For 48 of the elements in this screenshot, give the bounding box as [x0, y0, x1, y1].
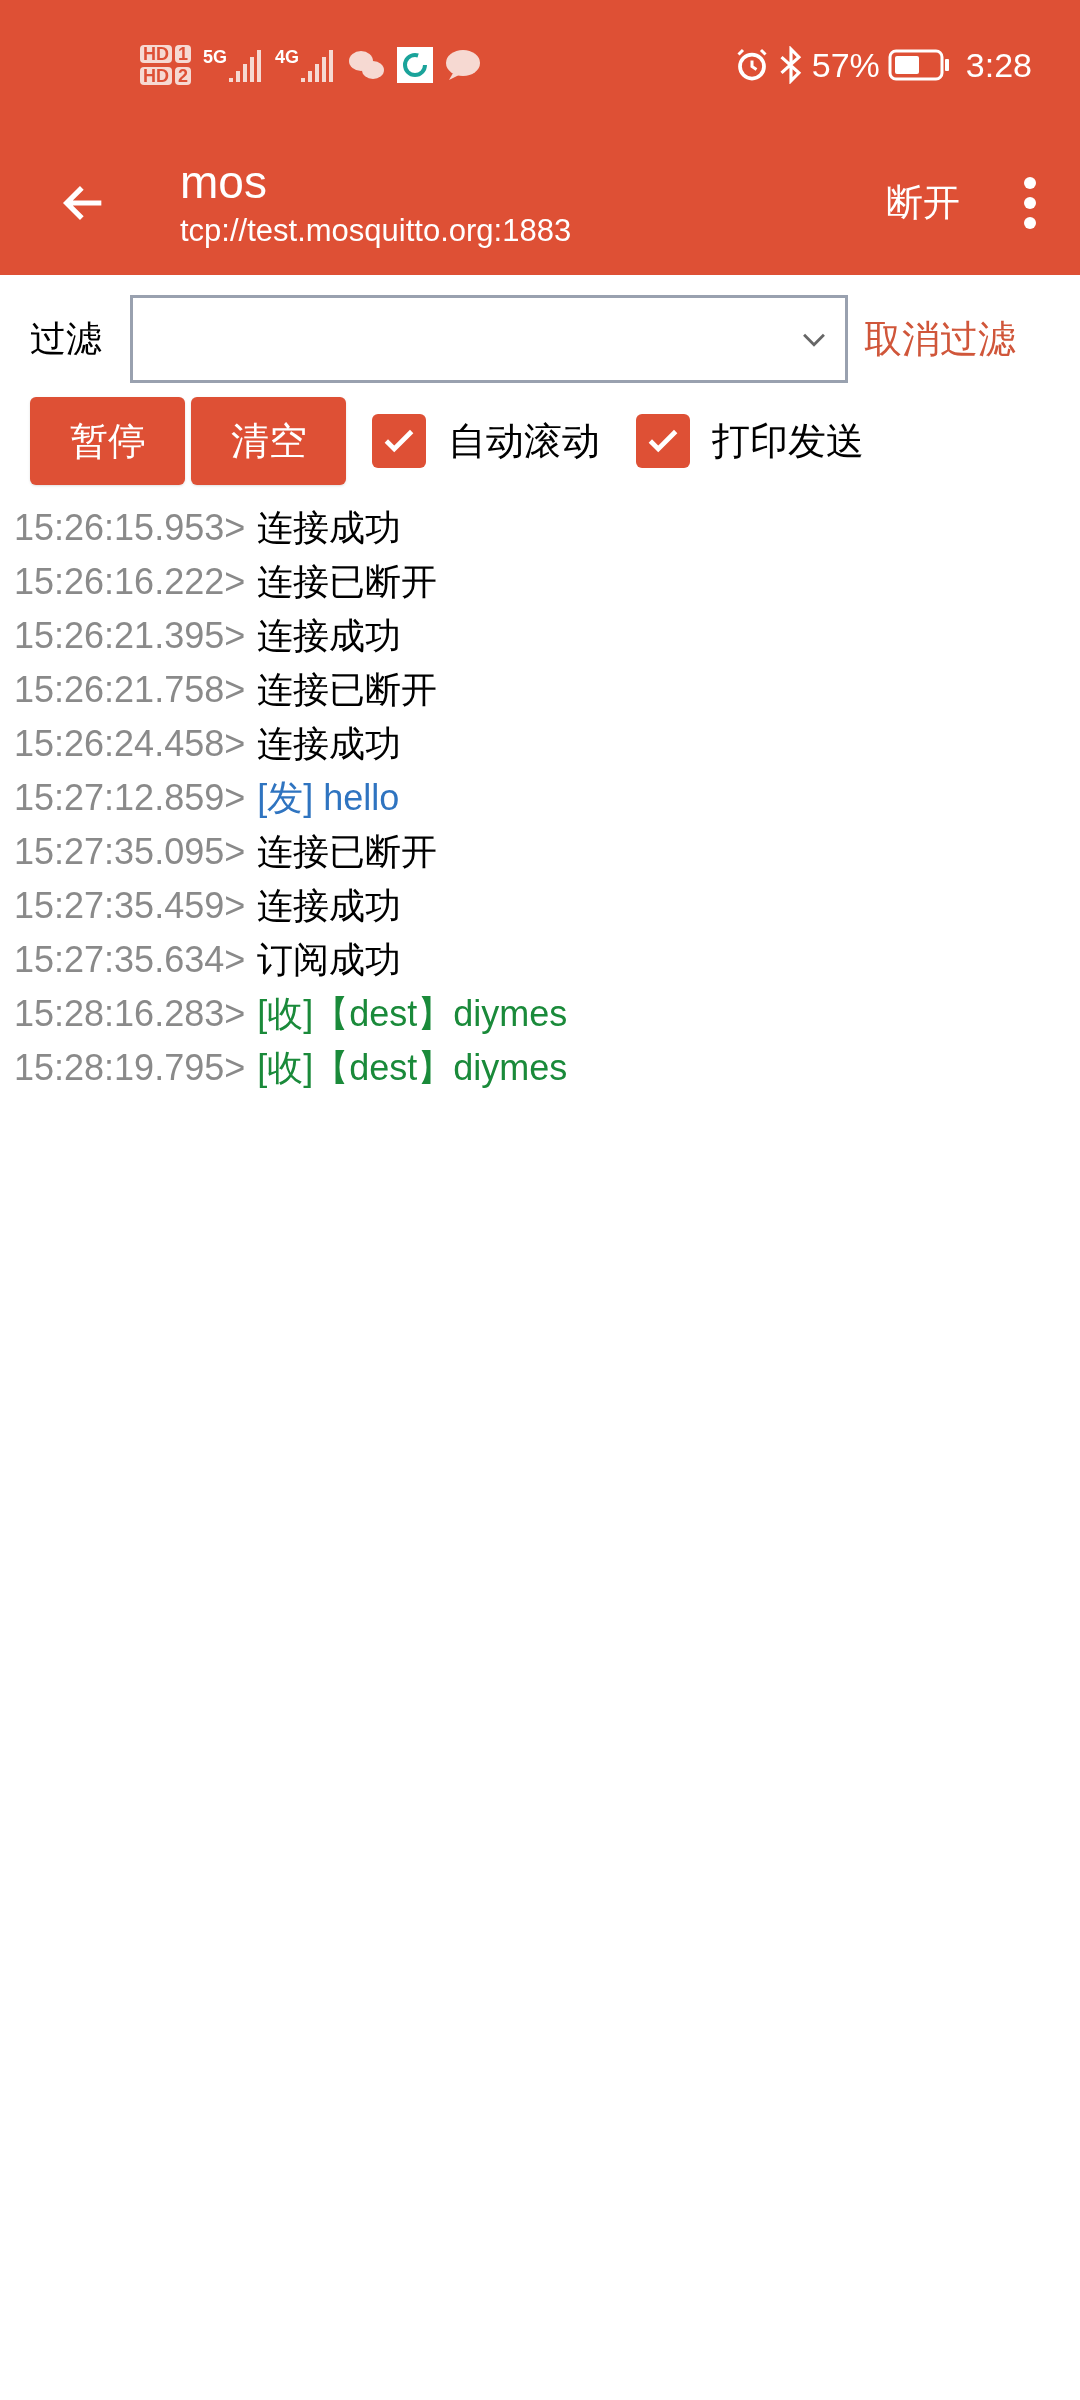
- sim-badge: 2: [175, 67, 191, 85]
- checkbox[interactable]: [636, 414, 690, 468]
- message-icon: [445, 49, 482, 81]
- checkbox-label: 打印发送: [712, 418, 864, 464]
- app-icon: [397, 47, 434, 83]
- log-message: 连接成功: [257, 614, 402, 658]
- log-message: [收]【dest】diymes: [257, 1046, 568, 1090]
- action-button[interactable]: 暂停: [30, 397, 185, 485]
- log-timestamp: 15:28:16.283>: [14, 992, 246, 1036]
- signal-icon: [229, 48, 264, 82]
- log-timestamp: 15:26:16.222>: [14, 560, 246, 604]
- log-timestamp: 15:27:35.634>: [14, 938, 246, 982]
- log-message: 连接已断开: [257, 830, 438, 874]
- sim-badge: 1: [175, 45, 191, 63]
- log-timestamp: 15:26:24.458>: [14, 722, 246, 766]
- log-message: 连接成功: [257, 506, 402, 550]
- log-timestamp: 15:26:21.758>: [14, 668, 246, 712]
- clock: 3:28: [965, 44, 1032, 86]
- signal-icon: [301, 48, 336, 82]
- filter-label: 过滤: [30, 317, 102, 361]
- log-timestamp: 15:27:35.095>: [14, 830, 246, 874]
- network-label: 5G: [203, 48, 228, 66]
- connection-address: tcp://test.mosquitto.org:1883: [180, 211, 573, 250]
- action-button[interactable]: 清空: [191, 397, 346, 485]
- log-message: 连接已断开: [257, 560, 438, 604]
- filter-dropdown[interactable]: [130, 295, 848, 383]
- checkbox-label: 自动滚动: [448, 418, 600, 464]
- connection-name: mos: [180, 155, 268, 211]
- battery-icon: [887, 49, 950, 81]
- log-message: 连接成功: [257, 722, 402, 766]
- disconnect-button[interactable]: 断开: [886, 174, 960, 231]
- log-timestamp: 15:26:15.953>: [14, 506, 246, 550]
- hd-badge: HD: [140, 45, 172, 63]
- log-message: 连接已断开: [257, 668, 438, 712]
- log-timestamp: 15:27:35.459>: [14, 884, 246, 928]
- battery-percent: 57%: [811, 44, 880, 86]
- log-message: 连接成功: [257, 884, 402, 928]
- log-message: [收]【dest】diymes: [257, 992, 568, 1036]
- log-timestamp: 15:27:12.859>: [14, 776, 246, 820]
- chat-icon: [347, 48, 386, 82]
- cancel-filter-link[interactable]: 取消过滤: [864, 310, 1016, 368]
- network-label: 4G: [275, 48, 300, 66]
- log-message: [发] hello: [257, 776, 400, 820]
- log-timestamp: 15:26:21.395>: [14, 614, 246, 658]
- hd-badge: HD: [140, 67, 172, 85]
- checkbox[interactable]: [372, 414, 426, 468]
- log-message: 订阅成功: [257, 938, 402, 982]
- log-timestamp: 15:28:19.795>: [14, 1046, 246, 1090]
